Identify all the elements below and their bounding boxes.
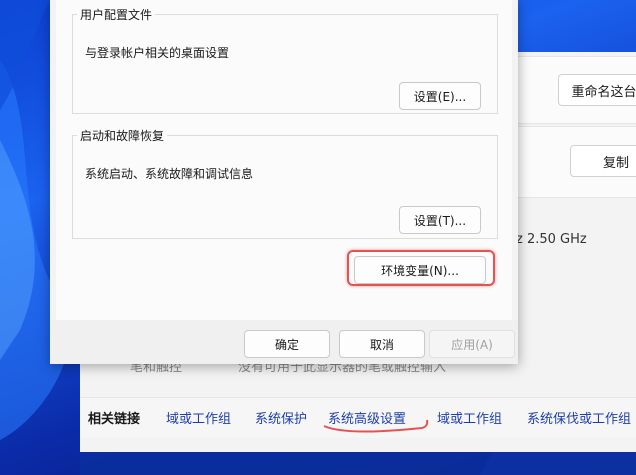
copy-button[interactable]: 复制: [570, 145, 636, 177]
red-underline-annotation: [323, 419, 429, 433]
related-link-overflow[interactable]: 系统保伐或工作组: [527, 408, 631, 427]
ok-button[interactable]: 确定: [244, 330, 330, 358]
related-link-domain-workgroup[interactable]: 域或工作组: [166, 408, 231, 427]
dialog-footer: 确定 取消 应用(A): [50, 320, 518, 364]
startup-recovery-legend: 启动和故障恢复: [80, 129, 165, 143]
rename-pc-button[interactable]: 重命名这台: [558, 74, 636, 106]
startup-recovery-settings-button[interactable]: 设置(T)...: [399, 206, 481, 234]
system-properties-dialog: 用户配置文件 与登录帐户相关的桌面设置 设置(E)... 启动和故障恢复 系统启…: [50, 0, 518, 364]
advanced-tab-panel: 用户配置文件 与登录帐户相关的桌面设置 设置(E)... 启动和故障恢复 系统启…: [56, 0, 512, 321]
related-link-system-protection[interactable]: 系统保护: [255, 408, 307, 427]
startup-recovery-description: 系统启动、系统故障和调试信息: [85, 167, 254, 181]
related-links-heading: 相关链接: [88, 412, 141, 427]
apply-button[interactable]: 应用(A): [429, 330, 515, 358]
cancel-button[interactable]: 取消: [339, 330, 425, 358]
environment-variables-button[interactable]: 环境变量(N)...: [354, 256, 486, 284]
processor-speed-value: z 2.50 GHz: [516, 232, 587, 247]
user-profiles-description: 与登录帐户相关的桌面设置: [85, 46, 230, 60]
user-profiles-settings-button[interactable]: 设置(E)...: [399, 82, 481, 110]
startup-recovery-group: 启动和故障恢复 系统启动、系统故障和调试信息 设置(T)...: [72, 127, 498, 239]
user-profiles-group: 用户配置文件 与登录帐户相关的桌面设置 设置(E)...: [72, 6, 498, 114]
related-link-domain-workgroup-2[interactable]: 域或工作组: [437, 408, 502, 427]
user-profiles-legend: 用户配置文件: [80, 8, 153, 22]
